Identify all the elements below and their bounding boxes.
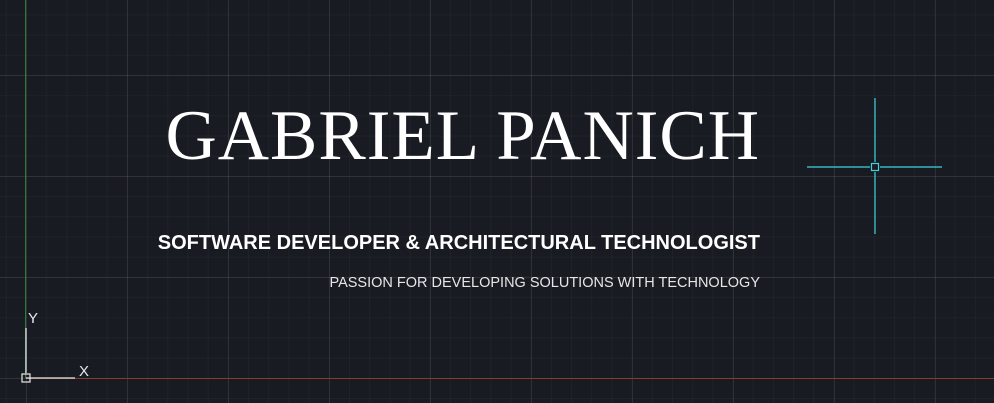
cad-canvas[interactable]: GABRIEL PANICH SOFTWARE DEVELOPER & ARCH… (0, 0, 994, 403)
ucs-x-label: X (79, 363, 89, 380)
ucs-axis-icon: Y X (21, 310, 89, 383)
role-subtitle: SOFTWARE DEVELOPER & ARCHITECTURAL TECHN… (157, 232, 760, 254)
x-axis-line (25, 378, 994, 379)
name-title: GABRIEL PANICH (165, 97, 760, 175)
tagline: PASSION FOR DEVELOPING SOLUTIONS WITH TE… (329, 275, 760, 291)
ucs-y-label: Y (28, 310, 38, 327)
crosshair-cursor-icon (807, 98, 942, 234)
